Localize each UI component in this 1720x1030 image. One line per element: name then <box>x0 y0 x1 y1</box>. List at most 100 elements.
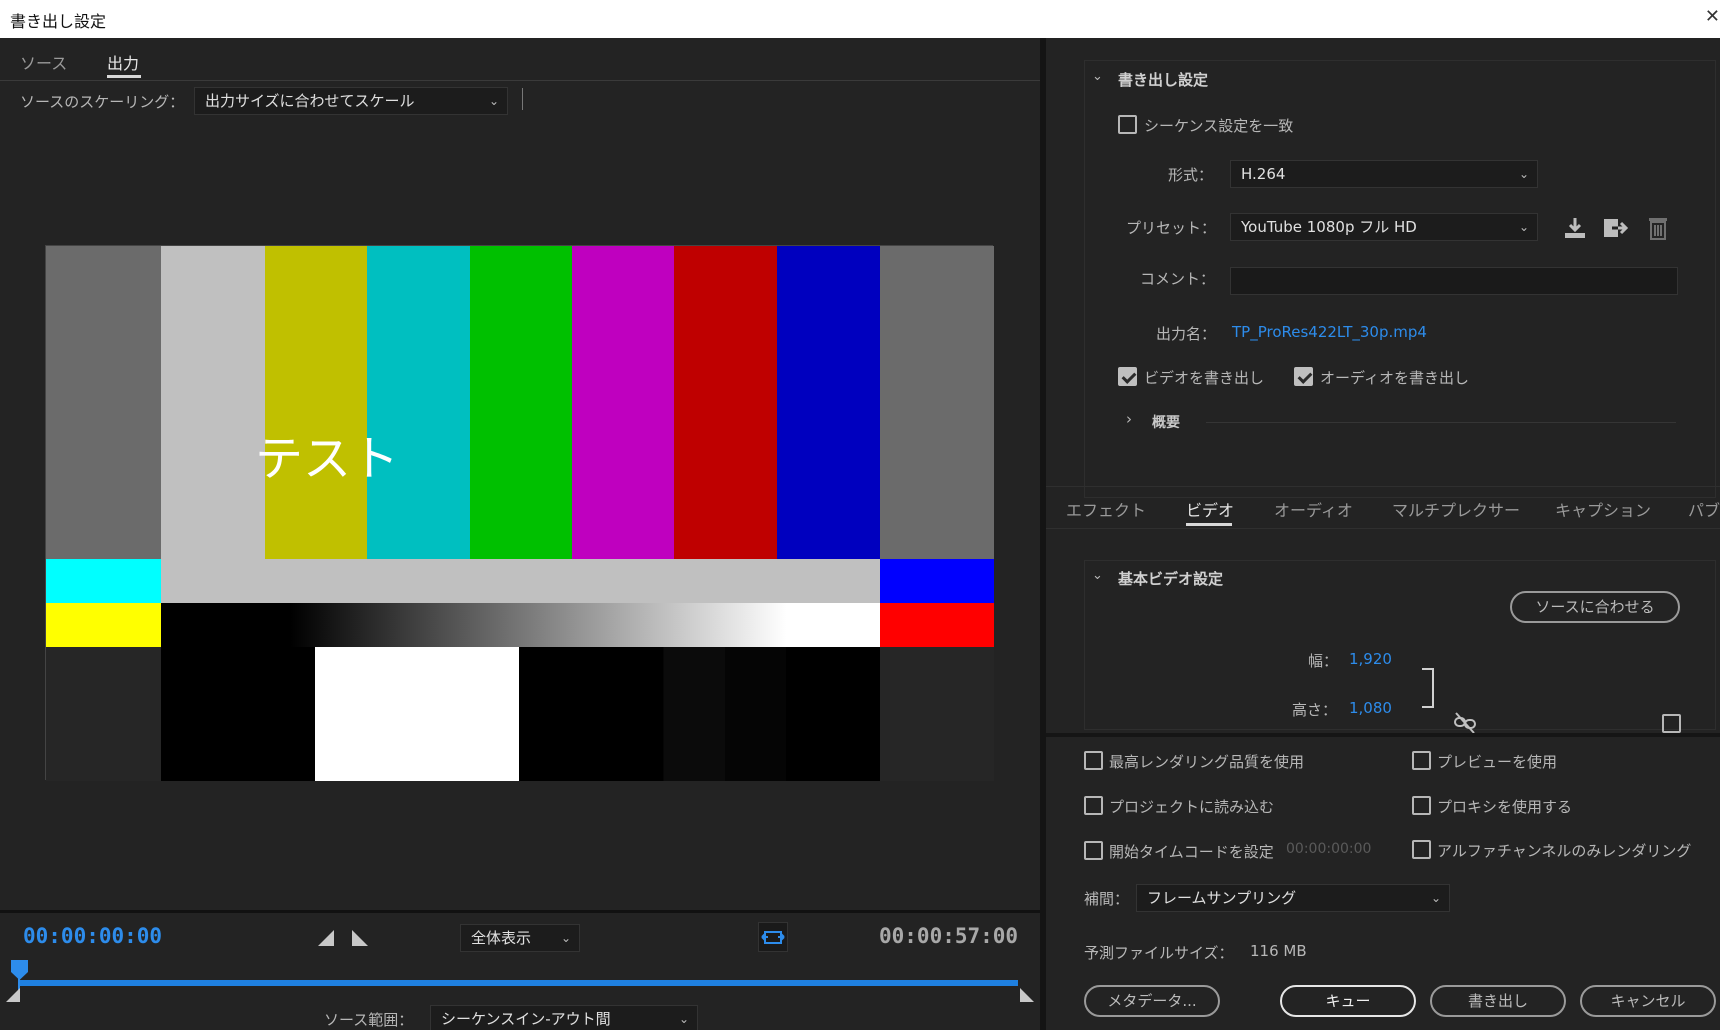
video-preview: テスト <box>45 245 994 781</box>
pluge-black <box>161 647 315 781</box>
divider <box>1046 733 1720 737</box>
tab-output[interactable]: 出力 <box>107 50 139 74</box>
chevron-down-icon: ⌄ <box>488 94 499 108</box>
save-preset-icon[interactable] <box>1562 215 1588 241</box>
zoom-dropdown[interactable]: 全体表示 ⌄ <box>460 924 580 952</box>
interpolation-dropdown[interactable]: フレームサンプリング ⌄ <box>1136 884 1450 912</box>
chevron-down-icon: ⌄ <box>1518 167 1529 181</box>
height-label: 高さ： <box>1292 701 1338 719</box>
queue-button[interactable]: キュー <box>1280 985 1416 1017</box>
fit-icon[interactable] <box>758 922 788 952</box>
scaling-label: ソースのスケーリング： <box>20 93 185 111</box>
export-button[interactable]: 書き出し <box>1430 985 1566 1017</box>
alpha-only-checkbox[interactable] <box>1412 840 1431 859</box>
bar-magenta <box>572 246 674 559</box>
divider <box>0 80 1040 81</box>
estimated-size-value: 116 MB <box>1250 942 1307 960</box>
source-range-value: シーケンスイン-アウト間 <box>441 1010 611 1028</box>
scaling-dropdown[interactable]: 出力サイズに合わせてスケール ⌄ <box>194 87 508 115</box>
format-dropdown[interactable]: H.264 ⌄ <box>1230 160 1538 188</box>
scaling-value: 出力サイズに合わせてスケール <box>205 92 415 110</box>
source-range-dropdown[interactable]: シーケンスイン-アウト間 ⌄ <box>430 1005 698 1030</box>
use-previews-checkbox[interactable] <box>1412 751 1431 770</box>
size-option-checkbox[interactable] <box>1662 714 1681 733</box>
out-point-handle[interactable] <box>1020 988 1034 1002</box>
tab-effects[interactable]: エフェクト <box>1066 497 1146 521</box>
chevron-down-icon: ⌄ <box>678 1012 689 1026</box>
close-icon[interactable]: ✕ <box>1705 6 1720 27</box>
use-previews-label: プレビューを使用 <box>1437 753 1558 771</box>
tab-publish[interactable]: パブ <box>1688 497 1720 521</box>
max-render-quality-label: 最高レンダリング品質を使用 <box>1109 753 1305 771</box>
bar-cyan-small <box>46 559 161 603</box>
bar-gray <box>46 246 161 559</box>
title-bar: 書き出し設定 ✕ <box>0 0 1720 38</box>
width-label: 幅： <box>1308 652 1339 670</box>
export-video-label: ビデオを書き出し <box>1144 369 1265 387</box>
bar-red-small <box>880 603 994 647</box>
bar-blue <box>777 246 880 559</box>
alpha-only-label: アルファチャンネルのみレンダリング <box>1437 842 1692 860</box>
interpolation-label: 補間： <box>1084 890 1130 908</box>
settings-pane: ⌄ 書き出し設定 シーケンス設定を一致 形式： H.264 ⌄ プリセット： Y… <box>1046 38 1720 1030</box>
source-range-label: ソース範囲： <box>324 1011 414 1029</box>
chevron-down-icon[interactable]: ⌄ <box>1092 69 1103 84</box>
zoom-value: 全体表示 <box>471 929 532 947</box>
bar-gray-right <box>880 246 994 559</box>
import-preset-icon[interactable] <box>1602 215 1630 241</box>
tab-captions[interactable]: キャプション <box>1555 497 1651 521</box>
comment-label: コメント： <box>1140 270 1216 288</box>
bar-white-band <box>161 559 880 603</box>
delete-preset-icon[interactable] <box>1646 215 1670 241</box>
overlay-text: テスト <box>255 431 400 487</box>
gradient-ramp <box>161 603 880 647</box>
format-label: 形式： <box>1168 166 1214 184</box>
chevron-down-icon[interactable]: ⌄ <box>1092 568 1103 583</box>
metadata-button[interactable]: メタデータ... <box>1084 985 1220 1017</box>
bar-green <box>470 246 572 559</box>
start-timecode-checkbox[interactable] <box>1084 841 1103 860</box>
use-proxies-checkbox[interactable] <box>1412 796 1431 815</box>
basic-video-header: 基本ビデオ設定 <box>1118 570 1224 588</box>
chevron-down-icon: ⌄ <box>1430 891 1441 905</box>
output-name-label: 出力名： <box>1156 325 1217 343</box>
timeline-scrubber[interactable] <box>18 980 1018 986</box>
import-into-project-checkbox[interactable] <box>1084 796 1103 815</box>
current-timecode[interactable]: 00:00:00:00 <box>23 924 162 948</box>
pluge-right <box>880 647 994 781</box>
tab-multiplexer[interactable]: マルチプレクサー <box>1392 497 1520 521</box>
export-audio-label: オーディオを書き出し <box>1320 369 1469 387</box>
cancel-button[interactable]: キャンセル <box>1580 985 1716 1017</box>
tab-audio[interactable]: オーディオ <box>1274 497 1353 521</box>
output-name-link[interactable]: TP_ProRes422LT_30p.mp4 <box>1232 323 1427 341</box>
width-value[interactable]: 1,920 <box>1349 650 1392 668</box>
height-value[interactable]: 1,080 <box>1349 699 1392 717</box>
pluge-steps <box>519 647 880 781</box>
in-point-handle[interactable] <box>6 988 20 1002</box>
tab-video[interactable]: ビデオ <box>1186 497 1234 521</box>
comment-input[interactable] <box>1230 267 1678 295</box>
divider <box>1046 528 1720 529</box>
divider <box>0 910 1040 913</box>
import-into-project-label: プロジェクトに読み込む <box>1109 798 1275 816</box>
divider <box>1046 486 1720 487</box>
active-tab-indicator <box>1186 523 1232 526</box>
match-sequence-checkbox[interactable] <box>1118 115 1137 134</box>
summary-toggle[interactable]: 概要 <box>1152 412 1180 432</box>
start-timecode-label: 開始タイムコードを設定 <box>1109 843 1274 861</box>
max-render-quality-checkbox[interactable] <box>1084 751 1103 770</box>
export-video-checkbox[interactable] <box>1118 367 1137 386</box>
mark-out-icon[interactable] <box>352 930 368 946</box>
match-source-button[interactable]: ソースに合わせる <box>1510 591 1680 623</box>
tab-source[interactable]: ソース <box>20 50 67 74</box>
bar-yellow <box>265 246 367 559</box>
separator <box>522 88 523 110</box>
preset-dropdown[interactable]: YouTube 1080p フル HD ⌄ <box>1230 213 1538 241</box>
preset-label: プリセット： <box>1126 219 1217 237</box>
end-timecode: 00:00:57:00 <box>879 924 1019 948</box>
mark-in-icon[interactable] <box>318 930 334 946</box>
chevron-right-icon[interactable]: › <box>1126 410 1132 428</box>
chevron-down-icon: ⌄ <box>560 931 571 945</box>
export-audio-checkbox[interactable] <box>1294 367 1313 386</box>
bar-red <box>674 246 777 559</box>
